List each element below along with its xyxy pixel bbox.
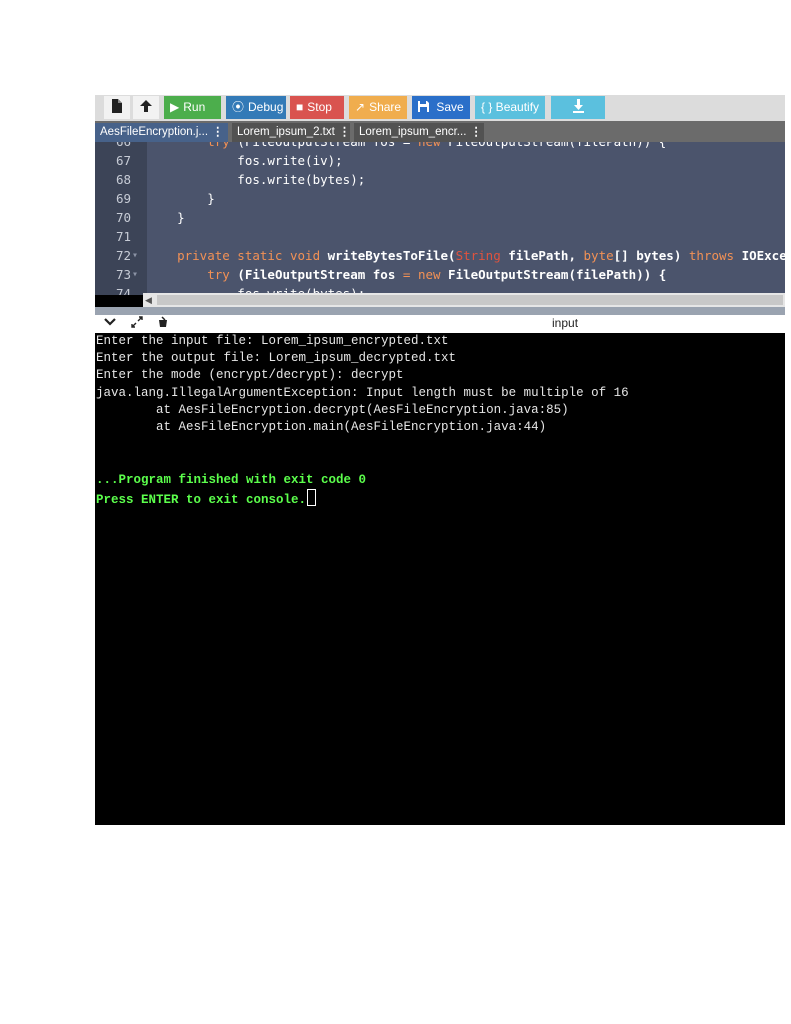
tab-menu-icon[interactable]: ⋮	[212, 126, 224, 138]
tab-menu-icon[interactable]: ⋮	[339, 126, 351, 138]
download-icon	[572, 99, 585, 114]
press-enter-line: Press ENTER to exit console.	[96, 489, 317, 509]
tab-aesfileencryption[interactable]: AesFileEncryption.j... ⋮	[95, 123, 228, 142]
code-token: FileOutputStream(filePath)) {	[448, 142, 666, 149]
tab-lorem-ipsum-2[interactable]: Lorem_ipsum_2.txt ⋮	[232, 123, 350, 142]
code-token: = new	[402, 267, 449, 282]
beautify-button[interactable]: { } Beautify	[475, 96, 545, 119]
run-button[interactable]: ▶ Run	[164, 96, 221, 119]
code-token: FileOutputStream(filePath)) {	[448, 267, 667, 282]
upload-button[interactable]	[133, 96, 159, 119]
code-line: 70 }	[95, 208, 785, 227]
code-token: fos.write(iv);	[147, 153, 343, 168]
console-output[interactable]: Enter the input file: Lorem_ipsum_encryp…	[95, 333, 785, 825]
console-line: java.lang.IllegalArgumentException: Inpu…	[96, 386, 629, 400]
code-token: IOException {	[741, 248, 785, 263]
code-line: 67 fos.write(iv);	[95, 151, 785, 170]
share-icon: ↗	[355, 100, 366, 114]
online-ide-window: ▶ Run ⦿ Debug ■ Stop ↗ Share Save { } Beauti…	[95, 95, 785, 825]
code-token: }	[147, 191, 215, 206]
line-number: 74	[115, 286, 131, 295]
code-text: }	[147, 189, 215, 208]
console-line: Enter the output file: Lorem_ipsum_decry…	[96, 351, 457, 365]
console-line: Enter the mode (encrypt/decrypt): decryp…	[96, 368, 404, 382]
code-line: 72 ▾ private static void writeBytesToFile…	[95, 246, 785, 265]
upload-icon	[139, 100, 153, 114]
stop-button[interactable]: ■ Stop	[290, 96, 344, 119]
line-number: 73	[115, 267, 131, 282]
code-line: 73 ▾ try (FileOutputStream fos = new File…	[95, 265, 785, 284]
code-token: new	[418, 142, 448, 149]
exit-message: ...Program finished with exit code 0	[96, 473, 367, 487]
press-enter-text: Press ENTER to exit console.	[96, 493, 307, 507]
save-icon	[418, 100, 432, 114]
code-line: 71	[95, 227, 785, 246]
play-icon: ▶	[170, 100, 180, 114]
debug-button[interactable]: ⦿ Debug	[226, 96, 286, 119]
line-number: 70	[115, 210, 131, 225]
code-token: (FileOutputStream fos	[237, 267, 403, 282]
code-token: fos.write(bytes);	[147, 172, 366, 187]
code-token: writeBytesToFile(	[327, 248, 456, 263]
expand-icon[interactable]	[131, 316, 143, 331]
tab-menu-icon[interactable]: ⋮	[470, 126, 482, 138]
share-button[interactable]: ↗ Share	[349, 96, 407, 119]
toolbar: ▶ Run ⦿ Debug ■ Stop ↗ Share Save { } Beauti…	[95, 95, 785, 121]
fold-arrow-icon[interactable]: ▾	[132, 265, 138, 284]
new-file-icon	[111, 99, 123, 114]
code-token: [] bytes)	[613, 248, 689, 263]
code-text: fos.write(iv);	[147, 151, 343, 170]
code-token: }	[147, 210, 185, 225]
line-number: 66	[95, 142, 131, 151]
console-line: at AesFileEncryption.decrypt(AesFileEncr…	[96, 403, 569, 417]
stop-icon: ■	[296, 100, 304, 114]
clear-console-icon[interactable]	[157, 316, 169, 331]
code-line: 66 try (FileOutputStream fos = new FileO…	[95, 142, 785, 151]
code-editor[interactable]: 66 try (FileOutputStream fos = new FileO…	[95, 142, 785, 295]
console-line: Enter the input file: Lorem_ipsum_encryp…	[96, 334, 449, 348]
code-text: private static void writeBytesToFile(Str…	[147, 246, 785, 265]
line-number: 69	[115, 191, 131, 206]
code-text: try (FileOutputStream fos = new FileOutp…	[147, 265, 666, 284]
code-line: 68 fos.write(bytes);	[95, 170, 785, 189]
code-text: }	[147, 208, 185, 227]
horizontal-scrollbar[interactable]: ◀	[143, 293, 785, 307]
code-token: try	[147, 142, 237, 149]
console-header: input	[95, 315, 785, 333]
line-number: 71	[115, 229, 131, 244]
scrollbar-thumb[interactable]	[157, 295, 783, 305]
scroll-left-icon[interactable]: ◀	[145, 293, 152, 307]
code-token: (FileOutputStream fos =	[237, 142, 418, 149]
code-line: 69 }	[95, 189, 785, 208]
code-text: fos.write(bytes);	[147, 170, 365, 189]
code-token: throws	[688, 248, 742, 263]
line-number: 67	[115, 153, 131, 168]
save-button[interactable]: Save	[412, 96, 470, 119]
console-cursor	[307, 489, 317, 506]
code-token: filePath,	[500, 248, 584, 263]
code-token: byte	[583, 248, 614, 263]
code-token: try	[147, 267, 238, 282]
fold-arrow-icon[interactable]: ▾	[132, 246, 138, 265]
line-number: 72	[115, 248, 131, 263]
code-token: private static void	[147, 248, 328, 263]
console-label: input	[552, 316, 579, 330]
download-button[interactable]	[551, 96, 605, 119]
chevron-down-icon[interactable]	[104, 316, 116, 331]
file-tabs: AesFileEncryption.j... ⋮ Lorem_ipsum_2.tx…	[95, 121, 785, 142]
code-token: String	[455, 248, 501, 263]
debug-icon: ⦿	[232, 100, 245, 114]
code-text: try (FileOutputStream fos = new FileOutp…	[147, 142, 666, 151]
tab-lorem-ipsum-encrypted[interactable]: Lorem_ipsum_encr... ⋮	[354, 123, 484, 142]
new-file-button[interactable]	[104, 96, 130, 119]
console-line: at AesFileEncryption.main(AesFileEncrypt…	[96, 420, 547, 434]
line-number: 68	[115, 172, 131, 187]
panel-splitter[interactable]	[95, 307, 785, 315]
